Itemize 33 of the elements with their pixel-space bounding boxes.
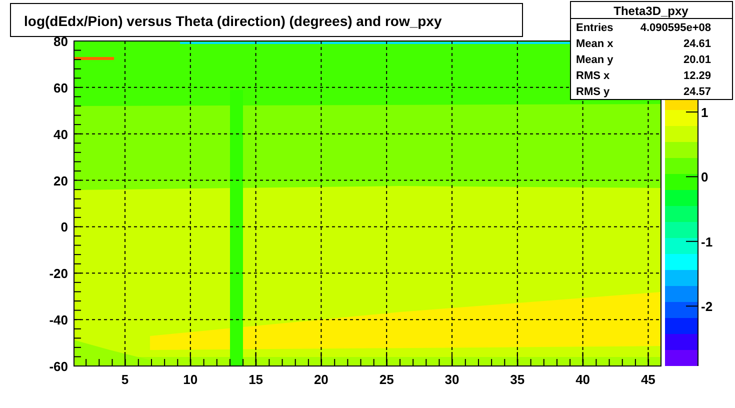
x-axis-tick-label: 20 (314, 372, 328, 387)
stats-value: 24.57 (683, 86, 711, 98)
stats-value: 12.29 (683, 70, 711, 82)
stats-value: 24.61 (683, 38, 711, 50)
stats-label: RMS x (576, 70, 610, 82)
y-axis-tick-label: 0 (60, 220, 68, 235)
y-axis-tick-label: 60 (54, 80, 68, 96)
x-axis-tick-label: 40 (576, 372, 590, 387)
stats-title: Theta3D_pxy (614, 4, 688, 18)
stats-label: RMS y (576, 86, 610, 98)
x-axis-tick-label: 15 (248, 372, 264, 387)
y-axis-tick-label: -60 (49, 359, 68, 374)
stats-label: Mean y (576, 54, 614, 66)
x-axis-tick-label: 45 (640, 372, 656, 387)
stats-label: Entries (576, 22, 614, 34)
color-scale-label: 0 (701, 170, 708, 185)
y-axis-tick-label: 20 (54, 173, 68, 188)
y-axis-tick-label: -20 (49, 266, 68, 282)
stats-value: 4.090595e+08 (640, 22, 711, 34)
x-axis-tick-label: 30 (444, 372, 460, 387)
x-axis-tick-label: 25 (379, 372, 394, 387)
y-axis-tick-label: -40 (49, 312, 68, 328)
y-axis-tick-label: 40 (54, 126, 68, 142)
stats-value: 20.01 (683, 54, 711, 66)
color-scale-label: -2 (701, 299, 713, 314)
plot-title: log(dEdx/Pion) versus Theta (direction) (degrees) and row_pxy (24, 13, 442, 29)
y-axis-tick-label: 80 (54, 34, 68, 49)
color-scale-label: -1 (701, 234, 713, 250)
color-scale-label: 1 (701, 105, 708, 120)
x-axis-tick-label: 5 (121, 372, 129, 387)
x-axis-tick-label: 10 (183, 372, 198, 387)
stats-label: Mean x (576, 38, 614, 50)
x-axis-tick-label: 35 (510, 372, 525, 387)
